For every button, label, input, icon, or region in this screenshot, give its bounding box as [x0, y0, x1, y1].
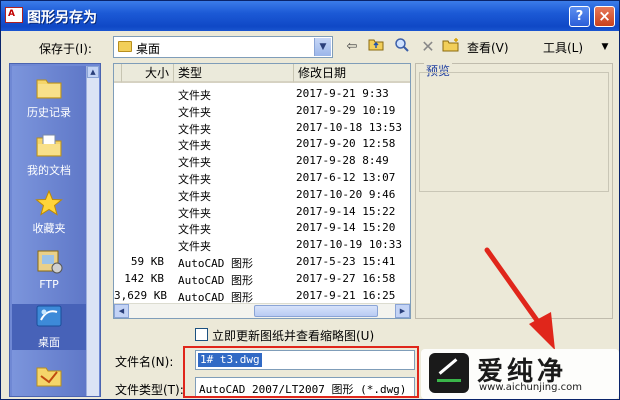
file-date: 2017-10-19 10:33 — [296, 238, 402, 252]
file-row[interactable]: 文件夹 2017-9-20 12:58 — [114, 136, 410, 152]
file-type: 文件夹 — [178, 206, 211, 220]
file-type: AutoCAD 图形 — [178, 257, 253, 270]
file-row[interactable]: 文件夹 2017-9-21 9:33 — [114, 86, 410, 102]
place-ftp[interactable]: FTP — [12, 248, 86, 291]
scroll-thumb[interactable] — [254, 305, 378, 317]
file-row[interactable]: 142 KB AutoCAD 图形 2017-9-27 16:58 — [114, 271, 410, 287]
update-thumbnail-label[interactable]: 立即更新图纸并查看缩略图(U) — [212, 327, 374, 344]
close-button[interactable]: × — [594, 6, 615, 27]
file-size: 142 KB — [124, 271, 164, 285]
place-favorites[interactable]: 收藏夹 — [12, 190, 86, 236]
up-folder-icon[interactable] — [367, 37, 385, 57]
file-type: 文件夹 — [178, 139, 211, 153]
file-list[interactable]: 大小 类型 修改日期 文件夹 2017-9-21 9:33 文件夹 2017-9-29… — [113, 63, 411, 319]
ftp-icon — [37, 250, 63, 274]
file-date: 2017-9-29 10:19 — [296, 103, 396, 117]
file-type: 文件夹 — [178, 173, 211, 186]
file-type: AutoCAD 图形 — [178, 273, 253, 287]
folder-icon — [118, 41, 132, 52]
file-type-label: 文件类型(T): — [115, 383, 184, 397]
file-date: 2017-9-21 16:25 — [296, 288, 396, 302]
file-type: 文件夹 — [178, 223, 211, 237]
file-type: 文件夹 — [178, 240, 211, 254]
horizontal-scrollbar[interactable]: ◀ ▶ — [114, 303, 410, 318]
autocad-app-icon: A — [5, 7, 23, 23]
file-date: 2017-10-18 13:53 — [296, 120, 402, 134]
file-row[interactable]: 文件夹 2017-9-29 10:19 — [114, 103, 410, 119]
file-date: 2017-6-12 13:07 — [296, 171, 396, 184]
file-date: 2017-5-23 15:41 — [296, 255, 396, 268]
file-row[interactable]: 59 KB AutoCAD 图形 2017-5-23 15:41 — [114, 254, 410, 270]
scroll-up-icon[interactable]: ▲ — [87, 66, 99, 78]
file-size: 59 KB — [130, 255, 164, 268]
file-date: 2017-9-14 15:22 — [296, 204, 396, 218]
update-thumbnail-checkbox[interactable] — [195, 328, 208, 341]
file-type: 文件夹 — [178, 105, 211, 119]
place-desktop[interactable]: 桌面 — [12, 304, 86, 350]
file-row[interactable]: 3,629 KB AutoCAD 图形 2017-9-21 16:25 — [114, 288, 410, 304]
back-arrow-icon[interactable]: ⇦ — [343, 37, 361, 57]
column-header-date[interactable]: 修改日期 — [294, 64, 410, 83]
scroll-right-icon[interactable]: ▶ — [395, 304, 410, 318]
save-in-dropdown[interactable]: 桌面 ▼ — [113, 36, 333, 58]
place-history[interactable]: 历史记录 — [12, 74, 86, 120]
tools-menu-button[interactable]: 工具(L) — [543, 39, 583, 56]
red-arrow-annotation — [484, 247, 555, 350]
save-as-dialog: A 图形另存为 ? × 保存于(I): 桌面 ▼ ⇦ ✕ 查看(V) 工具(L)… — [0, 0, 620, 400]
file-type: 文件夹 — [178, 89, 211, 102]
file-date: 2017-9-20 12:58 — [296, 137, 396, 151]
column-header-type[interactable]: 类型 — [174, 64, 294, 83]
watermark-url: www.aichunjing.com — [479, 382, 582, 393]
highlight-box — [183, 346, 419, 398]
chevron-down-icon[interactable]: ▼ — [314, 38, 331, 56]
column-header-name[interactable] — [114, 64, 122, 83]
save-in-label: 保存于(I): — [39, 42, 92, 56]
place-my-documents[interactable]: 我的文档 — [12, 132, 86, 178]
file-row[interactable]: 文件夹 2017-6-12 13:07 — [114, 170, 410, 186]
desktop-icon — [36, 305, 62, 327]
favorites-star-icon — [35, 190, 63, 216]
file-type: 文件夹 — [178, 122, 211, 136]
file-row[interactable]: 文件夹 2017-9-28 8:49 — [114, 153, 410, 169]
file-row[interactable]: 文件夹 2017-10-19 10:33 — [114, 237, 410, 253]
delete-icon[interactable]: ✕ — [419, 37, 437, 57]
places-scrollbar[interactable]: ▲ — [86, 66, 99, 396]
tools-dropdown-arrow-icon[interactable]: ▼ — [599, 37, 611, 57]
file-date: 2017-9-28 8:49 — [296, 154, 389, 168]
file-date: 2017-10-20 9:46 — [296, 187, 396, 201]
my-documents-icon — [36, 134, 62, 157]
search-web-icon[interactable] — [393, 37, 411, 57]
watermark: 爱纯净 www.aichunjing.com — [421, 349, 619, 399]
file-name-label: 文件名(N): — [115, 355, 174, 369]
file-row[interactable]: 文件夹 2017-10-20 9:46 — [114, 187, 410, 203]
scroll-left-icon[interactable]: ◀ — [114, 304, 129, 318]
file-type: 文件夹 — [178, 156, 211, 170]
watermark-logo-icon — [429, 353, 469, 393]
column-header-size[interactable]: 大小 — [122, 64, 174, 83]
file-row[interactable]: 文件夹 2017-9-14 15:22 — [114, 204, 410, 220]
preview-area — [419, 72, 609, 192]
file-date: 2017-9-27 16:58 — [296, 271, 396, 285]
place-network[interactable] — [12, 362, 86, 392]
title-bar[interactable]: A 图形另存为 ? × — [1, 1, 619, 31]
file-date: 2017-9-21 9:33 — [296, 87, 389, 100]
folder-history-icon — [36, 79, 62, 99]
save-in-value: 桌面 — [136, 42, 161, 56]
places-bar: 历史记录 我的文档 收藏夹 FTP 桌面 ▲ — [9, 63, 101, 397]
views-menu-button[interactable]: 查看(V) — [467, 39, 509, 56]
network-folder-icon — [36, 367, 62, 387]
help-button[interactable]: ? — [569, 6, 590, 27]
file-size: 3,629 KB — [114, 288, 167, 302]
file-row[interactable]: 文件夹 2017-10-18 13:53 — [114, 120, 410, 136]
file-type: 文件夹 — [178, 189, 211, 203]
file-date: 2017-9-14 15:20 — [296, 221, 396, 235]
file-row[interactable]: 文件夹 2017-9-14 15:20 — [114, 220, 410, 236]
new-folder-icon[interactable] — [441, 37, 461, 57]
dialog-title: 图形另存为 — [27, 10, 97, 26]
